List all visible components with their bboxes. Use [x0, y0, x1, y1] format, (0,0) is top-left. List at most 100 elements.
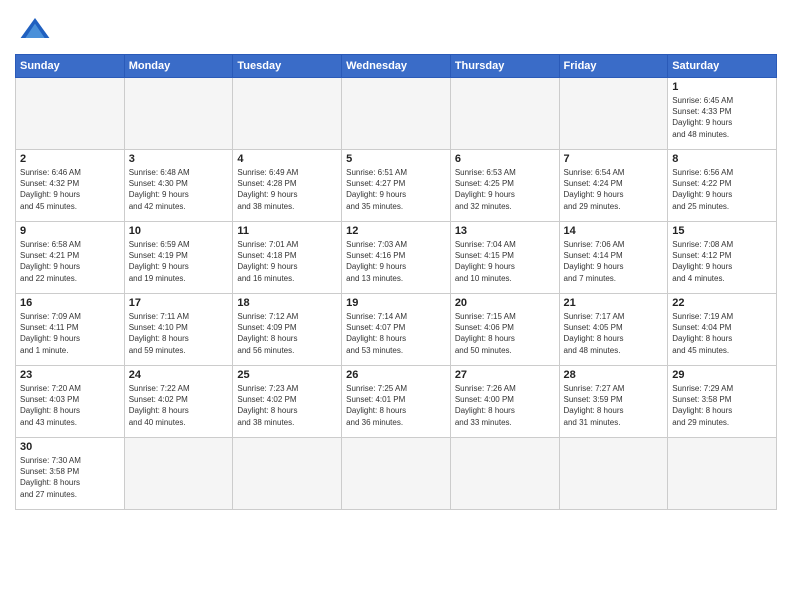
day-info: Sunrise: 7:22 AMSunset: 4:02 PMDaylight:… [129, 383, 229, 428]
day-info: Sunrise: 7:27 AMSunset: 3:59 PMDaylight:… [564, 383, 664, 428]
day-number: 25 [237, 369, 337, 381]
day-number: 19 [346, 297, 446, 309]
day-number: 29 [672, 369, 772, 381]
logo-icon [19, 14, 51, 46]
calendar-cell: 10 Sunrise: 6:59 AMSunset: 4:19 PMDayligh… [124, 222, 233, 294]
calendar-cell: 11 Sunrise: 7:01 AMSunset: 4:18 PMDayligh… [233, 222, 342, 294]
calendar-cell [124, 438, 233, 510]
day-info: Sunrise: 6:53 AMSunset: 4:25 PMDaylight:… [455, 167, 555, 212]
day-info: Sunrise: 7:17 AMSunset: 4:05 PMDaylight:… [564, 311, 664, 356]
day-info: Sunrise: 6:59 AMSunset: 4:19 PMDaylight:… [129, 239, 229, 284]
calendar-cell: 21 Sunrise: 7:17 AMSunset: 4:05 PMDayligh… [559, 294, 668, 366]
day-info: Sunrise: 6:45 AMSunset: 4:33 PMDaylight:… [672, 95, 772, 140]
day-info: Sunrise: 6:56 AMSunset: 4:22 PMDaylight:… [672, 167, 772, 212]
day-number: 7 [564, 153, 664, 165]
day-info: Sunrise: 7:06 AMSunset: 4:14 PMDaylight:… [564, 239, 664, 284]
day-number: 3 [129, 153, 229, 165]
day-number: 2 [20, 153, 120, 165]
calendar-cell: 17 Sunrise: 7:11 AMSunset: 4:10 PMDayligh… [124, 294, 233, 366]
calendar-cell: 26 Sunrise: 7:25 AMSunset: 4:01 PMDayligh… [342, 366, 451, 438]
day-info: Sunrise: 7:09 AMSunset: 4:11 PMDaylight:… [20, 311, 120, 356]
calendar-cell [342, 78, 451, 150]
day-info: Sunrise: 7:08 AMSunset: 4:12 PMDaylight:… [672, 239, 772, 284]
calendar-cell [233, 78, 342, 150]
calendar-week-4: 16Sunrise: 7:09 AMSunset: 4:11 PMDayligh… [16, 294, 777, 366]
calendar-cell [342, 438, 451, 510]
weekday-row: SundayMondayTuesdayWednesdayThursdayFrid… [16, 55, 777, 78]
calendar-cell: 9Sunrise: 6:58 AMSunset: 4:21 PMDaylight… [16, 222, 125, 294]
calendar-cell: 12Sunrise: 7:03 AMSunset: 4:16 PMDayligh… [342, 222, 451, 294]
calendar-cell [16, 78, 125, 150]
day-info: Sunrise: 7:14 AMSunset: 4:07 PMDaylight:… [346, 311, 446, 356]
day-info: Sunrise: 7:20 AMSunset: 4:03 PMDaylight:… [20, 383, 120, 428]
day-number: 22 [672, 297, 772, 309]
calendar-cell: 27 Sunrise: 7:26 AMSunset: 4:00 PMDayligh… [450, 366, 559, 438]
day-number: 17 [129, 297, 229, 309]
day-info: Sunrise: 6:58 AMSunset: 4:21 PMDaylight:… [20, 239, 120, 284]
day-number: 8 [672, 153, 772, 165]
day-info: Sunrise: 7:26 AMSunset: 4:00 PMDaylight:… [455, 383, 555, 428]
day-info: Sunrise: 6:54 AMSunset: 4:24 PMDaylight:… [564, 167, 664, 212]
day-info: Sunrise: 7:30 AMSunset: 3:58 PMDaylight:… [20, 455, 120, 500]
calendar-week-1: 1Sunrise: 6:45 AMSunset: 4:33 PMDaylight… [16, 78, 777, 150]
day-number: 4 [237, 153, 337, 165]
weekday-header-saturday: Saturday [668, 55, 777, 78]
day-number: 18 [237, 297, 337, 309]
day-info: Sunrise: 7:04 AMSunset: 4:15 PMDaylight:… [455, 239, 555, 284]
calendar-cell [668, 438, 777, 510]
calendar-cell: 18 Sunrise: 7:12 AMSunset: 4:09 PMDayligh… [233, 294, 342, 366]
calendar-cell: 25 Sunrise: 7:23 AMSunset: 4:02 PMDayligh… [233, 366, 342, 438]
day-info: Sunrise: 7:25 AMSunset: 4:01 PMDaylight:… [346, 383, 446, 428]
day-number: 11 [237, 225, 337, 237]
day-number: 24 [129, 369, 229, 381]
logo [15, 14, 51, 46]
calendar-cell: 8 Sunrise: 6:56 AMSunset: 4:22 PMDaylight… [668, 150, 777, 222]
calendar-cell [559, 78, 668, 150]
day-number: 26 [346, 369, 446, 381]
day-info: Sunrise: 6:51 AMSunset: 4:27 PMDaylight:… [346, 167, 446, 212]
day-info: Sunrise: 7:23 AMSunset: 4:02 PMDaylight:… [237, 383, 337, 428]
day-info: Sunrise: 7:01 AMSunset: 4:18 PMDaylight:… [237, 239, 337, 284]
day-info: Sunrise: 6:46 AMSunset: 4:32 PMDaylight:… [20, 167, 120, 212]
day-info: Sunrise: 7:11 AMSunset: 4:10 PMDaylight:… [129, 311, 229, 356]
day-info: Sunrise: 7:19 AMSunset: 4:04 PMDaylight:… [672, 311, 772, 356]
calendar-cell: 2 Sunrise: 6:46 AMSunset: 4:32 PMDaylight… [16, 150, 125, 222]
calendar-week-3: 9Sunrise: 6:58 AMSunset: 4:21 PMDaylight… [16, 222, 777, 294]
calendar-cell: 6Sunrise: 6:53 AMSunset: 4:25 PMDaylight… [450, 150, 559, 222]
day-number: 5 [346, 153, 446, 165]
page: SundayMondayTuesdayWednesdayThursdayFrid… [0, 0, 792, 612]
day-number: 30 [20, 441, 120, 453]
day-number: 28 [564, 369, 664, 381]
calendar-cell: 16Sunrise: 7:09 AMSunset: 4:11 PMDayligh… [16, 294, 125, 366]
calendar-cell: 7 Sunrise: 6:54 AMSunset: 4:24 PMDaylight… [559, 150, 668, 222]
day-number: 10 [129, 225, 229, 237]
day-number: 21 [564, 297, 664, 309]
calendar-week-2: 2 Sunrise: 6:46 AMSunset: 4:32 PMDaylight… [16, 150, 777, 222]
weekday-header-friday: Friday [559, 55, 668, 78]
calendar-cell: 23 Sunrise: 7:20 AMSunset: 4:03 PMDayligh… [16, 366, 125, 438]
weekday-header-tuesday: Tuesday [233, 55, 342, 78]
calendar-cell [233, 438, 342, 510]
day-number: 27 [455, 369, 555, 381]
weekday-header-wednesday: Wednesday [342, 55, 451, 78]
calendar-cell [450, 78, 559, 150]
calendar-cell [124, 78, 233, 150]
calendar-cell: 28 Sunrise: 7:27 AMSunset: 3:59 PMDayligh… [559, 366, 668, 438]
calendar-cell: 14Sunrise: 7:06 AMSunset: 4:14 PMDayligh… [559, 222, 668, 294]
day-number: 13 [455, 225, 555, 237]
day-number: 20 [455, 297, 555, 309]
calendar-cell: 4Sunrise: 6:49 AMSunset: 4:28 PMDaylight… [233, 150, 342, 222]
calendar-cell: 30 Sunrise: 7:30 AMSunset: 3:58 PMDayligh… [16, 438, 125, 510]
calendar-week-6: 30 Sunrise: 7:30 AMSunset: 3:58 PMDayligh… [16, 438, 777, 510]
weekday-header-monday: Monday [124, 55, 233, 78]
day-number: 23 [20, 369, 120, 381]
calendar-week-5: 23 Sunrise: 7:20 AMSunset: 4:03 PMDayligh… [16, 366, 777, 438]
calendar-body: 1Sunrise: 6:45 AMSunset: 4:33 PMDaylight… [16, 78, 777, 510]
calendar-cell: 3Sunrise: 6:48 AMSunset: 4:30 PMDaylight… [124, 150, 233, 222]
calendar-cell: 15Sunrise: 7:08 AMSunset: 4:12 PMDayligh… [668, 222, 777, 294]
calendar: SundayMondayTuesdayWednesdayThursdayFrid… [15, 54, 777, 510]
day-info: Sunrise: 7:12 AMSunset: 4:09 PMDaylight:… [237, 311, 337, 356]
calendar-cell: 1Sunrise: 6:45 AMSunset: 4:33 PMDaylight… [668, 78, 777, 150]
calendar-cell [559, 438, 668, 510]
day-number: 12 [346, 225, 446, 237]
